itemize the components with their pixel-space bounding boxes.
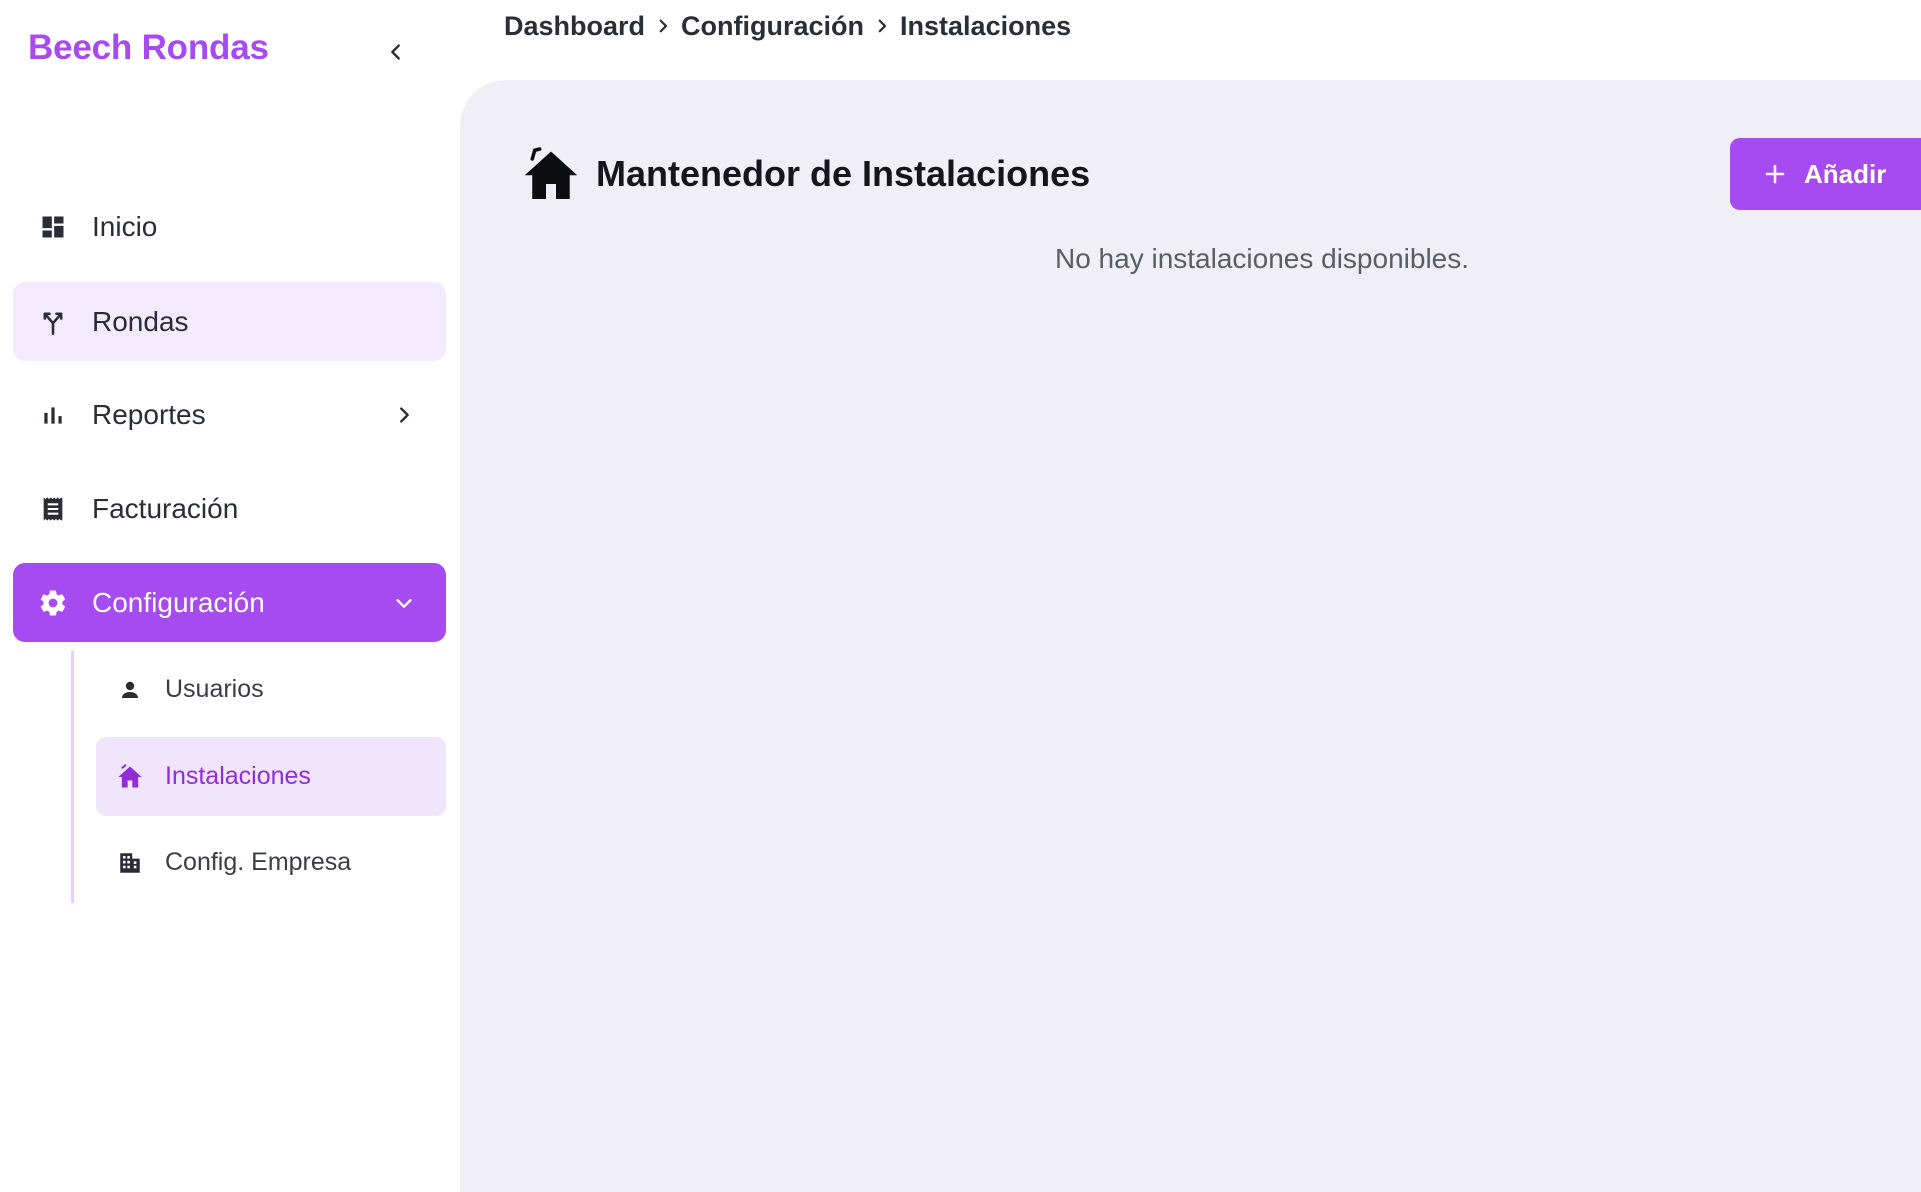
add-button-label: Añadir — [1804, 158, 1887, 189]
breadcrumb-dashboard[interactable]: Dashboard — [504, 11, 645, 42]
plus-icon — [1762, 161, 1788, 187]
page-header: Mantenedor de Instalaciones — [520, 142, 1090, 206]
breadcrumb-instalaciones: Instalaciones — [900, 10, 1072, 41]
sidebar-item-configuracion[interactable]: Configuración — [13, 563, 446, 642]
house-icon — [520, 143, 582, 205]
sidebar-subitem-config-empresa[interactable]: Config. Empresa — [96, 823, 446, 902]
breadcrumb-configuracion[interactable]: Configuración — [681, 11, 864, 42]
gear-icon — [37, 587, 69, 619]
receipt-icon — [37, 493, 69, 525]
sidebar-subitem-label: Config. Empresa — [165, 848, 352, 876]
page-title: Mantenedor de Instalaciones — [596, 153, 1091, 194]
chevron-down-icon — [390, 589, 418, 617]
collapse-sidebar-button[interactable] — [376, 32, 416, 72]
sidebar-item-facturacion[interactable]: Facturación — [13, 469, 446, 548]
route-icon — [37, 306, 69, 338]
chevron-right-icon — [864, 17, 900, 35]
breadcrumb: Dashboard Configuración Instalaciones — [504, 8, 1071, 44]
sidebar-item-rondas[interactable]: Rondas — [13, 282, 446, 361]
sidebar-subitem-instalaciones[interactable]: Instalaciones — [96, 737, 446, 816]
sidebar-item-label: Inicio — [92, 210, 158, 242]
house-icon — [116, 763, 144, 791]
sidebar-subitem-label: Instalaciones — [165, 762, 311, 790]
bar-chart-icon — [37, 399, 69, 431]
chevron-left-icon — [391, 44, 400, 60]
submenu-divider — [71, 651, 74, 903]
chevron-right-icon — [390, 401, 418, 429]
sidebar-item-label: Rondas — [92, 305, 189, 337]
sidebar-subitem-label: Usuarios — [165, 675, 264, 703]
sidebar-item-label: Reportes — [92, 398, 206, 430]
chevron-right-icon — [645, 17, 681, 35]
sidebar-item-label: Facturación — [92, 492, 239, 524]
dashboard-icon — [37, 211, 69, 243]
main-panel: Mantenedor de Instalaciones Añadir No ha… — [460, 80, 1921, 1192]
sidebar-subitem-usuarios[interactable]: Usuarios — [96, 650, 446, 729]
brand-logo: Beech Rondas — [28, 28, 269, 67]
sidebar-item-label: Configuración — [92, 586, 265, 618]
add-installation-button[interactable]: Añadir — [1730, 138, 1921, 210]
user-icon — [116, 676, 144, 704]
empty-state-message: No hay instalaciones disponibles. — [1054, 243, 1470, 274]
sidebar: Beech Rondas Inicio Rondas Reportes Fact… — [0, 0, 460, 1192]
building-icon — [116, 849, 144, 877]
sidebar-item-reportes[interactable]: Reportes — [13, 375, 446, 454]
sidebar-item-inicio[interactable]: Inicio — [13, 187, 446, 266]
